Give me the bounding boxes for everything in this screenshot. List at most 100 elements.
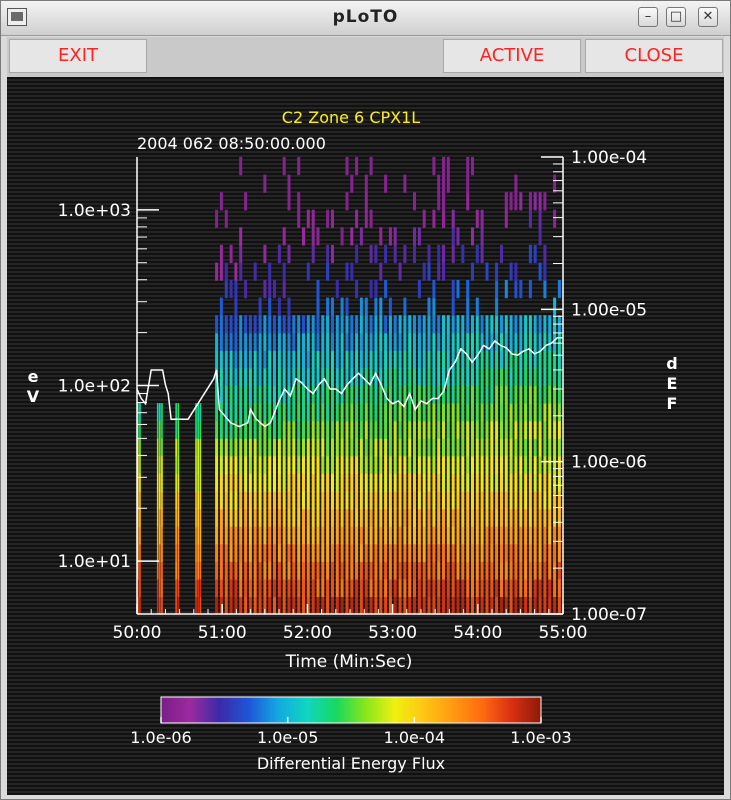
- spectrogram-cell: [273, 438, 276, 457]
- spectrogram-cell: [446, 473, 450, 492]
- spectrogram-cell: [388, 491, 392, 510]
- spectrogram-cell: [437, 473, 441, 492]
- spectrogram-cell: [316, 280, 320, 299]
- spectrogram-cell: [393, 561, 397, 580]
- spectrogram-cell: [451, 578, 455, 597]
- spectrogram-cell: [306, 578, 310, 597]
- spectrogram-cell: [161, 526, 163, 545]
- spectrogram-cell: [359, 578, 363, 597]
- spectrogram-cell: [215, 526, 219, 545]
- spectrogram-cell: [509, 262, 513, 281]
- spectrogram-cell: [321, 350, 325, 369]
- minimize-icon[interactable]: –: [638, 7, 658, 27]
- spectrogram-cell: [364, 596, 368, 615]
- spectrogram-cell: [282, 578, 286, 597]
- active-button[interactable]: ACTIVE: [443, 39, 581, 73]
- spectrogram-cell: [277, 455, 281, 474]
- spectrogram-cell: [509, 561, 513, 580]
- spectrogram-cell: [224, 473, 228, 492]
- spectrogram-cell: [239, 244, 243, 264]
- spectrogram-cell: [359, 385, 363, 404]
- spectrogram-cell: [369, 543, 373, 562]
- spectrogram-cell: [408, 508, 412, 527]
- spectrogram-cell: [384, 561, 388, 580]
- spectrogram-cell: [234, 332, 238, 351]
- spectrogram-cell: [215, 491, 219, 510]
- spectrogram-cell: [514, 262, 518, 281]
- spectrogram-cell: [340, 297, 344, 316]
- close-window-icon[interactable]: ✕: [698, 7, 718, 27]
- spectrogram-cell: [340, 332, 344, 351]
- spectrogram-cell: [306, 438, 310, 457]
- spectrogram-cell: [263, 508, 267, 527]
- spectrogram-cell: [456, 315, 460, 334]
- spectrogram-cell: [161, 403, 163, 422]
- spectrogram-cell: [229, 455, 233, 474]
- spectrogram-cell: [519, 578, 523, 597]
- title-bar[interactable]: pLoTO – □ ✕: [1, 1, 730, 36]
- spectrogram-cell: [504, 578, 508, 597]
- spectrogram-cell: [557, 596, 561, 615]
- spectrogram-cell: [282, 315, 286, 334]
- svg-text:dEF: dEF: [666, 354, 677, 413]
- spectrogram-cell: [263, 455, 267, 474]
- spectrogram-cell: [197, 455, 199, 474]
- spectrogram-cell: [413, 420, 416, 439]
- exit-button[interactable]: EXIT: [9, 39, 147, 73]
- spectrogram-cell: [175, 508, 177, 527]
- spectrogram-cell: [456, 526, 460, 545]
- spectrogram-cell: [282, 543, 286, 562]
- spectrogram-cell: [398, 508, 402, 527]
- spectrogram-cell: [456, 508, 460, 527]
- spectrogram-cell: [471, 578, 474, 597]
- spectrogram-cell: [282, 438, 286, 457]
- spectrogram-cell: [177, 596, 180, 615]
- spectrogram-cell: [248, 543, 252, 562]
- spectrogram-cell: [268, 385, 272, 404]
- spectrogram-cell: [543, 561, 547, 580]
- spectrogram-cell: [442, 526, 445, 545]
- spectrogram-cell: [177, 420, 180, 439]
- spectrogram-cell: [451, 455, 455, 474]
- spectrogram-cell: [345, 192, 349, 211]
- spectrogram-cell: [466, 420, 470, 439]
- spectrogram-cell: [350, 315, 354, 334]
- close-button[interactable]: CLOSE: [585, 39, 723, 73]
- spectrogram-cell: [199, 420, 202, 439]
- spectrogram-cell: [229, 315, 233, 334]
- spectrogram-cell: [287, 438, 291, 457]
- spectrogram-cell: [156, 438, 159, 457]
- spectrogram-cell: [258, 350, 262, 369]
- spectrogram-cell: [326, 455, 330, 474]
- spectrogram-cell: [326, 596, 330, 615]
- spectrogram-cell: [509, 455, 513, 474]
- spectrogram-cell: [306, 315, 310, 334]
- spectrogram-cell: [500, 473, 503, 492]
- spectrogram-cell: [388, 403, 392, 422]
- spectrogram-cell: [422, 403, 426, 422]
- spectrogram-cell: [398, 315, 402, 334]
- spectrogram-cell: [277, 244, 281, 264]
- spectrogram-cell: [495, 403, 499, 422]
- spectrogram-cell: [379, 403, 383, 422]
- spectrogram-cell: [495, 350, 499, 369]
- spectrogram-cell: [466, 174, 470, 193]
- spectrogram-cell: [302, 473, 305, 492]
- spectrogram-cell: [297, 526, 301, 545]
- spectrogram-cell: [273, 350, 276, 369]
- spectrogram-cell: [139, 438, 141, 457]
- spectrogram-cell: [451, 473, 455, 492]
- spectrogram-cell: [345, 332, 349, 351]
- spectrogram-cell: [197, 491, 199, 510]
- spectrogram-cell: [413, 526, 416, 545]
- spectrogram-cell: [326, 473, 330, 492]
- maximize-icon[interactable]: □: [666, 7, 686, 27]
- spectrogram-cell: [331, 209, 334, 228]
- spectrogram-cell: [413, 508, 416, 527]
- spectrogram-cell: [519, 403, 523, 422]
- spectrogram-cell: [364, 315, 368, 334]
- spectrogram-cell: [268, 455, 272, 474]
- spectrogram-cell: [437, 350, 441, 369]
- spectrogram-cell: [139, 561, 141, 580]
- spectrogram-cell: [485, 491, 489, 510]
